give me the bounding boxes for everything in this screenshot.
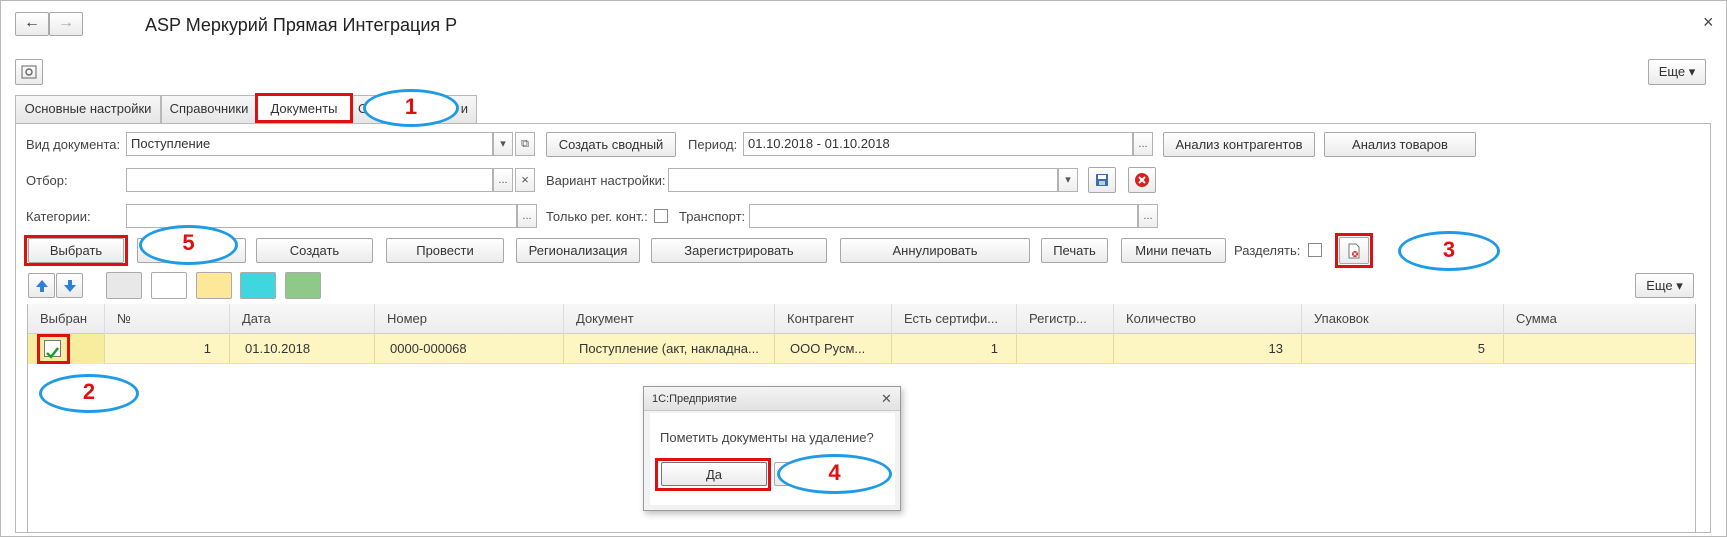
register-button[interactable]: Зарегистрировать	[651, 238, 827, 263]
create-summary-button[interactable]: Создать сводный	[546, 132, 676, 157]
back-button[interactable]: ←	[15, 12, 49, 36]
dialog-message: Пометить документы на удаление?	[660, 430, 874, 445]
categories-label: Категории:	[26, 209, 91, 224]
annotation-number-3: 3	[1442, 237, 1456, 262]
doc-type-field[interactable]: Поступление	[126, 132, 493, 156]
col-has-cert[interactable]: Есть сертифи...	[892, 304, 1017, 334]
transport-select-button[interactable]: ...	[1138, 204, 1158, 228]
variant-label: Вариант настройки:	[546, 173, 666, 188]
window-title: ASP Меркурий Прямая Интеграция Р	[145, 15, 458, 35]
tab-references[interactable]: Справочники	[161, 95, 257, 123]
doc-type-label: Вид документа:	[26, 137, 121, 152]
cell-number: 0000-000068	[375, 334, 564, 364]
annotation-box-checkbox	[37, 334, 70, 364]
annotation-number-2: 2	[82, 379, 96, 404]
header-more-button[interactable]: Еще ▾	[1648, 59, 1706, 85]
col-document[interactable]: Документ	[564, 304, 775, 334]
move-up-button[interactable]	[28, 273, 55, 298]
print-button[interactable]: Печать	[1041, 238, 1108, 263]
forward-button[interactable]: →	[49, 12, 83, 36]
analysis-contractors-button[interactable]: Анализ контрагентов	[1163, 132, 1315, 157]
col-qty[interactable]: Количество	[1114, 304, 1302, 334]
arrow-up-icon	[35, 280, 48, 292]
post-button[interactable]: Провести	[386, 238, 504, 263]
tab-main-settings[interactable]: Основные настройки	[15, 95, 161, 123]
annotation-number-5: 5	[182, 230, 195, 255]
variant-dropdown[interactable]: ▾	[1058, 168, 1078, 192]
col-number[interactable]: Номер	[375, 304, 564, 334]
regionalize-button[interactable]: Регионализация	[516, 238, 640, 263]
cancel-docs-button[interactable]: Аннулировать	[840, 238, 1030, 263]
cell-document: Поступление (акт, накладна...	[564, 334, 775, 364]
arrow-down-icon	[63, 280, 76, 292]
only-reg-label: Только рег. конт.:	[546, 209, 648, 224]
col-packs[interactable]: Упаковок	[1302, 304, 1504, 334]
create-button[interactable]: Создать	[256, 238, 373, 263]
annotation-box-select	[24, 235, 128, 266]
analysis-goods-button[interactable]: Анализ товаров	[1324, 132, 1476, 157]
categories-select-button[interactable]: ...	[517, 204, 537, 228]
transport-field[interactable]	[749, 204, 1138, 228]
transport-label: Транспорт:	[679, 209, 746, 224]
delete-variant-button[interactable]	[1128, 167, 1156, 193]
table-more-button[interactable]: Еще ▾	[1635, 273, 1694, 298]
annotation-box-delete	[1335, 233, 1373, 268]
col-selected[interactable]: Выбран	[28, 304, 105, 334]
dialog-close-icon[interactable]: ✕	[881, 391, 892, 407]
tab-other-end: и	[460, 101, 468, 116]
annotation-number-1: 1	[404, 94, 418, 119]
col-date[interactable]: Дата	[230, 304, 375, 334]
cell-no: 1	[105, 334, 230, 364]
annotation-number-4: 4	[828, 460, 841, 485]
selection-label: Отбор:	[26, 173, 68, 188]
period-select-button[interactable]: ...	[1133, 132, 1153, 156]
selection-field[interactable]	[126, 168, 493, 192]
mini-print-button[interactable]: Мини печать	[1121, 238, 1226, 263]
gear-icon	[21, 65, 37, 79]
col-no[interactable]: №	[105, 304, 230, 334]
col-reg[interactable]: Регистр...	[1017, 304, 1114, 334]
save-variant-button[interactable]	[1088, 167, 1116, 193]
selection-select-button[interactable]: ...	[493, 168, 513, 192]
doc-type-dropdown[interactable]: ▾	[493, 132, 513, 156]
selection-clear-button[interactable]: ×	[515, 168, 535, 192]
variant-field[interactable]	[668, 168, 1058, 192]
col-contractor[interactable]: Контрагент	[775, 304, 892, 334]
move-down-button[interactable]	[56, 273, 83, 298]
cell-qty: 13	[1114, 334, 1302, 364]
period-field[interactable]: 01.10.2018 - 01.10.2018	[743, 132, 1133, 156]
dialog-title: 1С:Предприятие	[652, 393, 737, 405]
color-swatch-yellow[interactable]	[196, 272, 232, 299]
split-checkbox[interactable]	[1308, 243, 1322, 257]
col-sum[interactable]: Сумма	[1504, 304, 1695, 334]
color-swatch-green[interactable]	[285, 272, 321, 299]
settings-button[interactable]	[15, 59, 43, 85]
annotation-box-documents-tab	[255, 93, 353, 123]
cell-contractor: ООО Русм...	[775, 334, 892, 364]
cell-date: 01.10.2018	[230, 334, 375, 364]
annotation-box-yes	[655, 458, 771, 491]
delete-circle-icon	[1135, 173, 1149, 187]
floppy-disk-icon	[1096, 174, 1108, 186]
color-swatch-cyan[interactable]	[240, 272, 276, 299]
cell-has-cert: 1	[892, 334, 1017, 364]
cell-sum	[1504, 334, 1695, 364]
only-reg-checkbox[interactable]	[654, 209, 668, 223]
period-label: Период:	[688, 137, 738, 152]
color-swatch-gray[interactable]	[106, 272, 142, 299]
split-label: Разделять:	[1234, 243, 1301, 258]
color-swatch-white[interactable]	[151, 272, 187, 299]
close-icon[interactable]: ×	[1703, 12, 1714, 33]
cell-reg	[1017, 334, 1114, 364]
doc-type-open[interactable]: ⧉	[515, 132, 535, 156]
cell-packs: 5	[1302, 334, 1504, 364]
